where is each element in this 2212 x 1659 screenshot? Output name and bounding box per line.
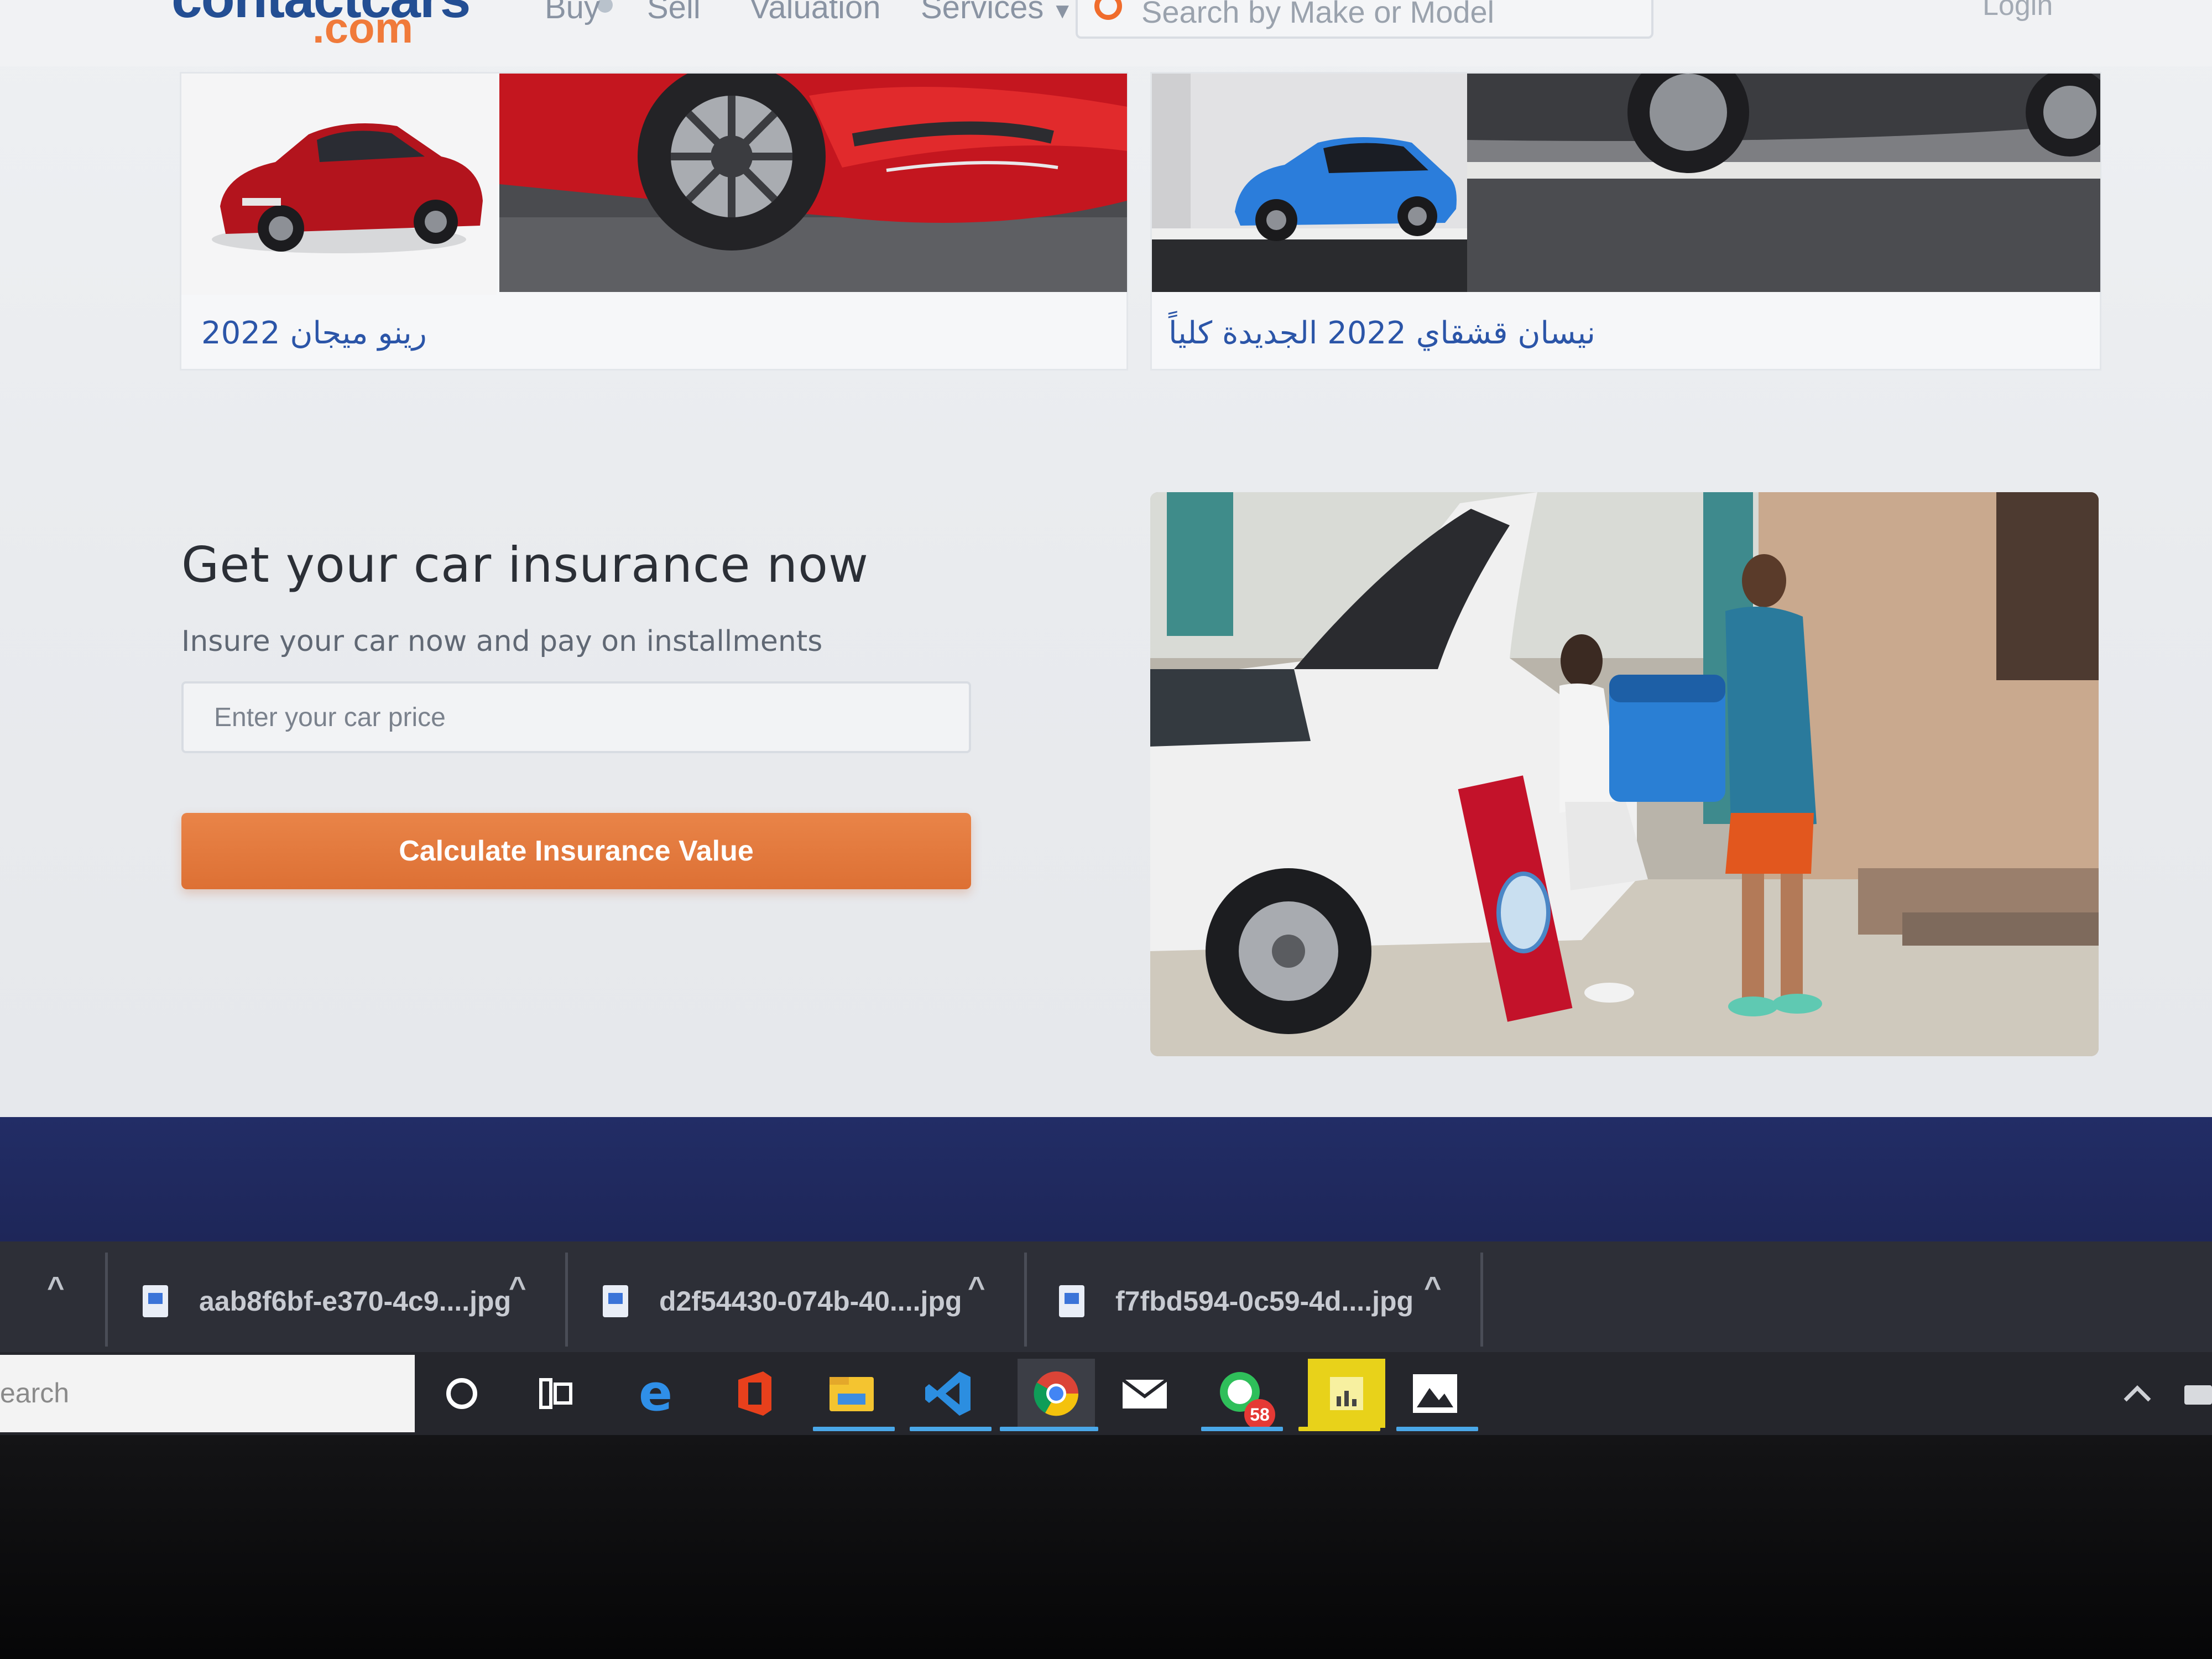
mail-icon[interactable] <box>1114 1366 1175 1421</box>
insurance-promo-photo <box>1150 492 2099 1056</box>
car-closeup-photo <box>1467 74 2100 292</box>
edge-icon[interactable]: e <box>628 1366 688 1421</box>
car-price-input[interactable] <box>181 681 971 753</box>
nav-services[interactable]: Services ▼ <box>921 0 1073 26</box>
search-placeholder: Search by Make or Model <box>1141 0 1495 29</box>
download-options-caret-icon[interactable]: ^ <box>968 1270 985 1305</box>
office-icon[interactable] <box>724 1366 785 1421</box>
chrome-icon[interactable] <box>1018 1359 1095 1428</box>
nav-sell[interactable]: Sell <box>647 0 701 26</box>
car-card-title[interactable]: رينو ميجان 2022 <box>201 315 427 351</box>
image-file-icon <box>1059 1285 1084 1317</box>
cortana-icon[interactable] <box>431 1366 492 1421</box>
image-file-icon <box>603 1285 628 1317</box>
active-app-indicator <box>1298 1427 1380 1431</box>
download-separator <box>1024 1253 1027 1347</box>
download-filename: aab8f6bf-e370-4c9....jpg <box>199 1285 512 1317</box>
nav-buy[interactable]: Buy <box>545 0 600 26</box>
active-app-indicator <box>1000 1427 1098 1431</box>
nav-valuation[interactable]: Valuation <box>749 0 881 26</box>
site-logo[interactable]: contactcars .com <box>171 0 613 52</box>
car-card-renault[interactable]: رينو ميجان 2022 <box>180 72 1128 371</box>
active-app-indicator <box>1396 1427 1478 1431</box>
svg-text:e: e <box>639 1369 672 1418</box>
download-options-caret-icon[interactable]: ^ <box>1424 1270 1442 1305</box>
notification-badge: 58 <box>1244 1399 1275 1430</box>
download-item[interactable]: aab8f6bf-e370-4c9....jpg <box>143 1275 511 1327</box>
car-card-title[interactable]: نيسان قشقاي 2022 الجديدة كلياً <box>1168 315 1595 351</box>
taskbar-search-placeholder: earch <box>0 1378 70 1408</box>
car-card-nissan[interactable]: نيسان قشقاي 2022 الجديدة كلياً <box>1150 72 2101 371</box>
search-icon <box>1094 0 1122 20</box>
photos-icon[interactable] <box>1405 1366 1465 1421</box>
downloads-bar: ^ aab8f6bf-e370-4c9....jpg ^ d2f54430-07… <box>0 1241 2212 1352</box>
taskbar-search-input[interactable]: earch <box>0 1355 415 1432</box>
site-header: contactcars .com Buy Sell Valuation Serv… <box>0 0 2212 66</box>
download-item[interactable]: f7fbd594-0c59-4d....jpg <box>1059 1275 1413 1327</box>
active-app-indicator <box>1201 1427 1283 1431</box>
calculate-insurance-button[interactable]: Calculate Insurance Value <box>181 813 971 889</box>
active-app-indicator <box>910 1427 992 1431</box>
logo-domain: .com <box>312 3 414 52</box>
vscode-icon[interactable] <box>918 1366 979 1421</box>
nav-services-label: Services <box>921 0 1044 25</box>
monitor-bezel <box>0 1435 2212 1659</box>
car-thumbnail <box>1152 74 1467 292</box>
search-input[interactable]: Search by Make or Model <box>1076 0 1653 39</box>
download-separator <box>105 1253 108 1347</box>
download-filename: f7fbd594-0c59-4d....jpg <box>1115 1285 1414 1317</box>
login-link[interactable]: Login <box>1983 0 2053 22</box>
browser-screen: contactcars .com Buy Sell Valuation Serv… <box>0 0 2212 1454</box>
download-filename: d2f54430-074b-40....jpg <box>659 1285 962 1317</box>
windows-taskbar: earch e 58 <box>0 1352 2212 1435</box>
download-options-caret-icon[interactable]: ^ <box>509 1270 526 1305</box>
car-thumbnail <box>181 74 497 295</box>
download-separator <box>565 1253 568 1347</box>
chevron-up-icon[interactable] <box>2112 1366 2162 1421</box>
sticky-app-icon[interactable] <box>1308 1359 1385 1428</box>
tray-icon[interactable] <box>2179 1366 2212 1421</box>
insurance-subtitle: Insure your car now and pay on installme… <box>181 625 823 658</box>
download-options-caret-icon[interactable]: ^ <box>47 1270 65 1305</box>
chevron-down-icon: ▼ <box>1051 0 1073 23</box>
whatsapp-icon[interactable]: 58 <box>1211 1366 1275 1430</box>
task-view-icon[interactable] <box>525 1366 586 1421</box>
active-app-indicator <box>813 1427 895 1431</box>
download-item[interactable]: d2f54430-074b-40....jpg <box>603 1275 962 1327</box>
image-file-icon <box>143 1285 168 1317</box>
download-separator <box>1480 1253 1483 1347</box>
car-closeup-photo <box>499 74 1127 292</box>
insurance-title: Get your car insurance now <box>181 536 869 593</box>
file-explorer-icon[interactable] <box>821 1366 882 1421</box>
